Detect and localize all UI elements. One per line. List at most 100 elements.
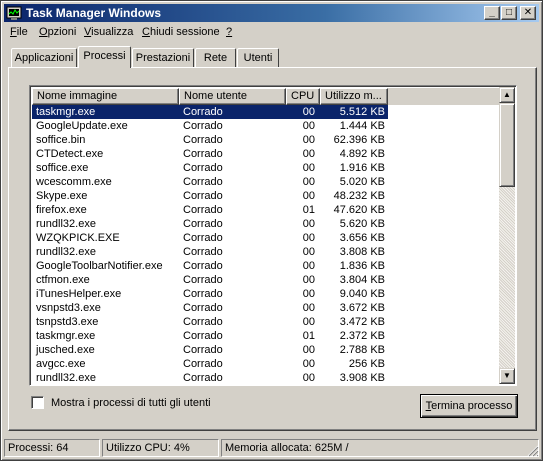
user-name-cell: Corrado xyxy=(183,316,223,328)
table-row[interactable]: avgcc.exe Corrado 00 256 KB xyxy=(32,357,500,371)
menu-file-mnemonic: F xyxy=(10,26,17,38)
table-row[interactable]: tsnpstd3.exe Corrado 00 3.472 KB xyxy=(32,315,500,329)
cpu-cell: 01 xyxy=(302,204,315,216)
user-name-cell: Corrado xyxy=(183,274,223,286)
table-row[interactable]: Skype.exe Corrado 00 48.232 KB xyxy=(32,189,500,203)
close-button[interactable]: ✕ xyxy=(520,6,536,20)
process-name-cell: tsnpstd3.exe xyxy=(36,316,99,328)
status-processes: Processi: 64 xyxy=(4,439,100,457)
tab-applicazioni[interactable]: Applicazioni xyxy=(11,48,77,68)
memory-cell: 47.620 KB xyxy=(333,204,385,216)
process-name-cell: GoogleToolbarNotifier.exe xyxy=(36,260,163,272)
show-all-processes-checkbox[interactable] xyxy=(31,396,44,409)
user-name-cell: Corrado xyxy=(183,176,223,188)
cpu-cell: 00 xyxy=(302,106,315,118)
end-process-button[interactable]: Termina processo xyxy=(420,394,518,418)
table-row[interactable]: ctfmon.exe Corrado 00 3.804 KB xyxy=(32,273,500,287)
scroll-up-button[interactable]: ▲ xyxy=(499,87,515,103)
menu-help[interactable]: ? xyxy=(226,26,232,38)
memory-cell: 2.372 KB xyxy=(339,330,385,342)
user-name-cell: Corrado xyxy=(183,372,223,384)
menu-chiudi-sessione[interactable]: Chiudi sessione xyxy=(142,26,220,38)
user-name-cell: Corrado xyxy=(183,190,223,202)
process-name-cell: rundll32.exe xyxy=(36,218,96,230)
cpu-cell: 00 xyxy=(302,274,315,286)
task-manager-window: Task Manager Windows _ □ ✕ File Opzioni … xyxy=(0,0,543,461)
table-row[interactable]: soffice.bin Corrado 00 62.396 KB xyxy=(32,133,500,147)
memory-cell: 1.836 KB xyxy=(339,260,385,272)
cpu-cell: 00 xyxy=(302,148,315,160)
table-row[interactable]: vsnpstd3.exe Corrado 00 3.672 KB xyxy=(32,301,500,315)
memory-cell: 3.672 KB xyxy=(339,302,385,314)
table-row[interactable]: GoogleToolbarNotifier.exe Corrado 00 1.836 … xyxy=(32,259,500,273)
menu-visualizza[interactable]: Visualizza xyxy=(84,26,133,38)
table-row[interactable]: WZQKPICK.EXE Corrado 00 3.656 KB xyxy=(32,231,500,245)
user-name-cell: Corrado xyxy=(183,218,223,230)
list-header: Nome immagine Nome utente CPU Utilizzo m… xyxy=(32,88,500,105)
column-header-name[interactable]: Nome immagine xyxy=(32,88,179,105)
tab-utenti[interactable]: Utenti xyxy=(237,48,279,68)
memory-cell: 2.788 KB xyxy=(339,344,385,356)
memory-cell: 3.908 KB xyxy=(339,372,385,384)
cpu-cell: 00 xyxy=(302,260,315,272)
memory-cell: 3.472 KB xyxy=(339,316,385,328)
menu-visualizza-label: isualizza xyxy=(91,26,134,38)
vertical-scrollbar[interactable]: ▲ ▼ xyxy=(499,87,515,384)
cpu-cell: 00 xyxy=(302,190,315,202)
cpu-cell: 00 xyxy=(302,162,315,174)
memory-cell: 1.444 KB xyxy=(339,120,385,132)
process-rows: taskmgr.exe Corrado 00 5.512 KB GoogleUpdate… xyxy=(32,105,500,385)
table-row[interactable]: CTDetect.exe Corrado 00 4.892 KB xyxy=(32,147,500,161)
table-row[interactable]: iTunesHelper.exe Corrado 00 9.040 KB xyxy=(32,287,500,301)
menu-help-label: ? xyxy=(226,26,233,38)
menu-opzioni[interactable]: Opzioni xyxy=(39,26,76,38)
table-row[interactable]: jusched.exe Corrado 00 2.788 KB xyxy=(32,343,500,357)
table-row[interactable]: soffice.exe Corrado 00 1.916 KB xyxy=(32,161,500,175)
memory-cell: 48.232 KB xyxy=(333,190,385,202)
menu-bar: File Opzioni Visualizza Chiudi sessione … xyxy=(4,24,539,42)
process-name-cell: iTunesHelper.exe xyxy=(36,288,122,300)
table-row[interactable]: taskmgr.exe Corrado 01 2.372 KB xyxy=(32,329,500,343)
process-list[interactable]: Nome immagine Nome utente CPU Utilizzo m… xyxy=(29,85,517,386)
scrollbar-thumb[interactable] xyxy=(499,103,515,187)
menu-file[interactable]: File xyxy=(10,26,28,38)
table-row[interactable]: firefox.exe Corrado 01 47.620 KB xyxy=(32,203,500,217)
table-row[interactable]: GoogleUpdate.exe Corrado 00 1.444 KB xyxy=(32,119,500,133)
column-header-user[interactable]: Nome utente xyxy=(179,88,286,105)
arrow-down-icon: ▼ xyxy=(503,371,511,380)
column-header-cpu[interactable]: CPU xyxy=(286,88,320,105)
tab-rete[interactable]: Rete xyxy=(195,48,236,68)
menu-opzioni-label: pzioni xyxy=(47,26,77,38)
table-row[interactable]: rundll32.exe Corrado 00 3.908 KB xyxy=(32,371,500,385)
user-name-cell: Corrado xyxy=(183,358,223,370)
cpu-cell: 00 xyxy=(302,372,315,384)
table-row[interactable]: taskmgr.exe Corrado 00 5.512 KB xyxy=(32,105,500,119)
memory-cell: 62.396 KB xyxy=(333,134,385,146)
tab-processi[interactable]: Processi xyxy=(78,46,131,68)
tab-prestazioni[interactable]: Prestazioni xyxy=(132,48,194,68)
menu-chiudi-label: hiudi sessione xyxy=(149,26,220,38)
user-name-cell: Corrado xyxy=(183,232,223,244)
column-header-memory[interactable]: Utilizzo m... xyxy=(320,88,388,105)
scroll-down-button[interactable]: ▼ xyxy=(499,368,515,384)
table-row[interactable]: rundll32.exe Corrado 00 5.620 KB xyxy=(32,217,500,231)
minimize-button[interactable]: _ xyxy=(484,6,500,20)
title-bar[interactable]: Task Manager Windows _ □ ✕ xyxy=(4,4,539,22)
memory-cell: 3.804 KB xyxy=(339,274,385,286)
show-all-processes-label[interactable]: Mostra i processi di tutti gli utenti xyxy=(51,397,211,409)
process-name-cell: taskmgr.exe xyxy=(36,106,96,118)
resize-grip-icon[interactable] xyxy=(527,445,539,457)
cpu-cell: 00 xyxy=(302,316,315,328)
process-name-cell: WZQKPICK.EXE xyxy=(36,232,120,244)
cpu-cell: 00 xyxy=(302,288,315,300)
maximize-button[interactable]: □ xyxy=(501,6,517,20)
menu-opzioni-mnemonic: O xyxy=(39,26,48,38)
memory-cell: 1.916 KB xyxy=(339,162,385,174)
user-name-cell: Corrado xyxy=(183,120,223,132)
table-row[interactable]: rundll32.exe Corrado 00 3.808 KB xyxy=(32,245,500,259)
process-name-cell: rundll32.exe xyxy=(36,372,96,384)
table-row[interactable]: wcescomm.exe Corrado 00 5.020 KB xyxy=(32,175,500,189)
user-name-cell: Corrado xyxy=(183,162,223,174)
memory-cell: 4.892 KB xyxy=(339,148,385,160)
status-memory: Memoria allocata: 625M / xyxy=(221,439,539,457)
